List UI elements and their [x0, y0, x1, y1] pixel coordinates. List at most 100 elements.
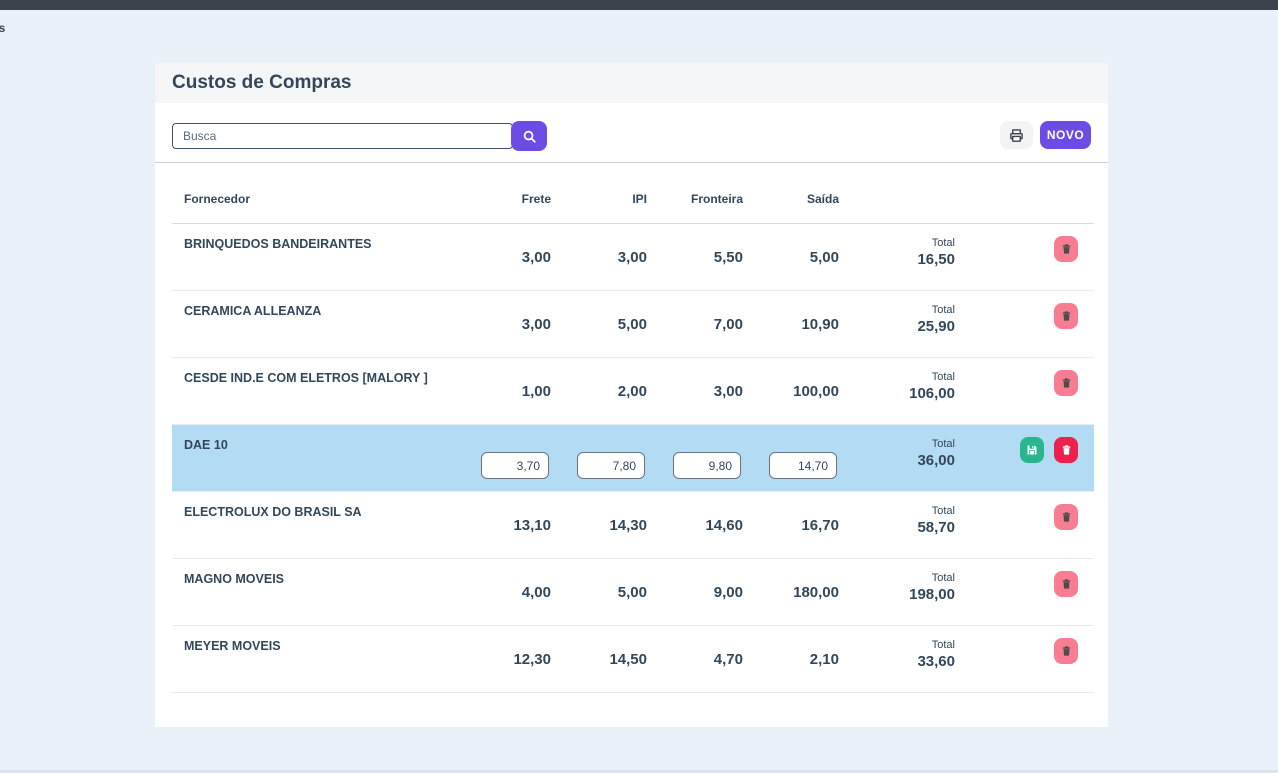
saida-value: 180,00 — [743, 559, 839, 625]
delete-button[interactable] — [1054, 437, 1078, 463]
frete-value: 3,00 — [455, 291, 551, 357]
printer-icon — [1009, 128, 1024, 143]
total-cell: Total 106,00 — [839, 358, 955, 424]
ipi-value: 3,00 — [551, 224, 647, 290]
column-header-fronteira: Fronteira — [647, 192, 743, 223]
total-cell: Total 36,00 — [839, 425, 955, 491]
trash-icon — [1061, 511, 1072, 523]
supplier-name: MAGNO MOVEIS — [172, 559, 455, 625]
fronteira-input[interactable] — [673, 452, 741, 479]
frete-cell — [455, 425, 551, 491]
total-value: 58,70 — [839, 519, 955, 536]
total-value: 36,00 — [839, 452, 955, 469]
ipi-value: 5,00 — [551, 291, 647, 357]
total-value: 33,60 — [839, 653, 955, 670]
total-value: 25,90 — [839, 318, 955, 335]
total-label: Total — [839, 639, 955, 651]
row-actions — [955, 492, 1094, 558]
search-icon — [522, 129, 537, 144]
table-row[interactable]: CESDE IND.E COM ELETROS [MALORY ] 1,00 2… — [172, 358, 1094, 425]
total-cell: Total 58,70 — [839, 492, 955, 558]
frete-input[interactable] — [481, 452, 549, 479]
total-label: Total — [839, 237, 955, 249]
frete-value: 4,00 — [455, 559, 551, 625]
print-button[interactable] — [1000, 121, 1033, 149]
saida-value: 5,00 — [743, 224, 839, 290]
trash-icon — [1061, 377, 1072, 389]
supplier-name: ELECTROLUX DO BRASIL SA — [172, 492, 455, 558]
frete-value: 13,10 — [455, 492, 551, 558]
total-value: 198,00 — [839, 586, 955, 603]
delete-button[interactable] — [1054, 571, 1078, 597]
delete-button[interactable] — [1054, 638, 1078, 664]
table-row[interactable]: MEYER MOVEIS 12,30 14,50 4,70 2,10 Total… — [172, 626, 1094, 693]
column-header-actions-empty — [955, 192, 1094, 223]
table-row[interactable]: CERAMICA ALLEANZA 3,00 5,00 7,00 10,90 T… — [172, 291, 1094, 358]
toolbar: NOVO — [155, 103, 1108, 163]
trash-icon — [1061, 645, 1072, 657]
trash-icon — [1061, 243, 1072, 255]
saida-value: 2,10 — [743, 626, 839, 692]
total-label: Total — [839, 572, 955, 584]
frete-value: 1,00 — [455, 358, 551, 424]
table-row[interactable]: BRINQUEDOS BANDEIRANTES 3,00 3,00 5,50 5… — [172, 224, 1094, 291]
frete-value: 12,30 — [455, 626, 551, 692]
column-header-ipi: IPI — [551, 192, 647, 223]
top-navbar — [0, 0, 1278, 10]
search-input[interactable] — [172, 123, 513, 149]
total-cell: Total 33,60 — [839, 626, 955, 692]
fronteira-value: 5,50 — [647, 224, 743, 290]
supplier-name: BRINQUEDOS BANDEIRANTES — [172, 224, 455, 290]
card-header: Custos de Compras — [155, 63, 1108, 103]
saida-cell — [743, 425, 839, 491]
table-row[interactable]: MAGNO MOVEIS 4,00 5,00 9,00 180,00 Total… — [172, 559, 1094, 626]
table-row-editing: DAE 10 Total 36,00 — [172, 425, 1094, 492]
column-header-saida: Saída — [743, 192, 839, 223]
supplier-name: CESDE IND.E COM ELETROS [MALORY ] — [172, 358, 455, 424]
frete-value: 3,00 — [455, 224, 551, 290]
table-row[interactable]: ELECTROLUX DO BRASIL SA 13,10 14,30 14,6… — [172, 492, 1094, 559]
column-header-total-empty — [839, 192, 955, 223]
trash-icon — [1061, 444, 1072, 456]
row-actions — [955, 358, 1094, 424]
nav-link-partial[interactable]: os — [0, 21, 6, 35]
row-actions — [955, 291, 1094, 357]
fronteira-value: 7,00 — [647, 291, 743, 357]
ipi-cell — [551, 425, 647, 491]
ipi-input[interactable] — [577, 452, 645, 479]
delete-button[interactable] — [1054, 504, 1078, 530]
fronteira-value: 9,00 — [647, 559, 743, 625]
trash-icon — [1061, 310, 1072, 322]
row-actions — [955, 626, 1094, 692]
total-cell: Total 198,00 — [839, 559, 955, 625]
saida-value: 10,90 — [743, 291, 839, 357]
delete-button[interactable] — [1054, 236, 1078, 262]
save-button[interactable] — [1020, 437, 1044, 463]
trash-icon — [1061, 578, 1072, 590]
delete-button[interactable] — [1054, 370, 1078, 396]
custos-de-compras-card: Custos de Compras NOVO Fornecedor Frete … — [155, 63, 1108, 727]
saida-input[interactable] — [769, 452, 837, 479]
ipi-value: 5,00 — [551, 559, 647, 625]
search-button[interactable] — [511, 121, 547, 151]
supplier-name: MEYER MOVEIS — [172, 626, 455, 692]
fronteira-value: 14,60 — [647, 492, 743, 558]
row-actions — [955, 425, 1094, 491]
ipi-value: 14,30 — [551, 492, 647, 558]
novo-button[interactable]: NOVO — [1040, 121, 1091, 149]
floppy-disk-icon — [1026, 444, 1038, 456]
total-label: Total — [839, 438, 955, 450]
column-header-fornecedor: Fornecedor — [172, 192, 455, 223]
row-actions — [955, 224, 1094, 290]
fronteira-cell — [647, 425, 743, 491]
delete-button[interactable] — [1054, 303, 1078, 329]
total-label: Total — [839, 505, 955, 517]
saida-value: 100,00 — [743, 358, 839, 424]
total-value: 16,50 — [839, 251, 955, 268]
fronteira-value: 4,70 — [647, 626, 743, 692]
total-label: Total — [839, 371, 955, 383]
ipi-value: 2,00 — [551, 358, 647, 424]
supplier-name: CERAMICA ALLEANZA — [172, 291, 455, 357]
ipi-value: 14,50 — [551, 626, 647, 692]
table-header-row: Fornecedor Frete IPI Fronteira Saída — [172, 163, 1094, 224]
